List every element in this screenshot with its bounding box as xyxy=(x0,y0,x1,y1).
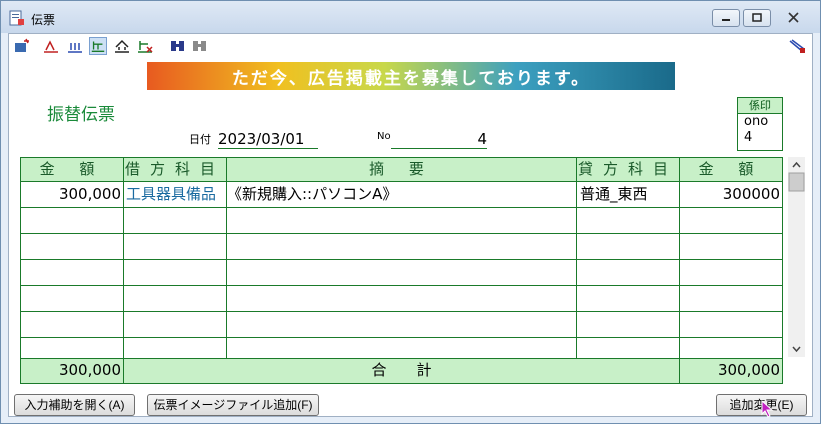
header-description: 摘 要 xyxy=(227,158,577,182)
window-title: 伝票 xyxy=(31,13,56,27)
description-cell[interactable]: 《新規購入::パソコンA》 xyxy=(227,182,577,207)
credit-amount-cell[interactable]: 300000 xyxy=(680,182,782,207)
empty-cell[interactable] xyxy=(227,312,577,337)
empty-cell[interactable] xyxy=(680,338,782,358)
ad-banner[interactable]: ただ今、広告掲載主を募集しております。 xyxy=(147,62,675,90)
empty-cell[interactable] xyxy=(124,338,227,358)
header-amount-debit: 金 額 xyxy=(21,158,124,182)
ad-banner-text: ただ今、広告掲載主を募集しております。 xyxy=(231,69,591,89)
empty-cell[interactable] xyxy=(577,286,680,311)
empty-cell[interactable] xyxy=(21,234,124,259)
add-image-file-button[interactable]: 伝票イメージファイル追加(F) xyxy=(147,394,319,416)
total-credit: 300,000 xyxy=(680,359,782,383)
empty-cell[interactable] xyxy=(21,260,124,285)
close-icon xyxy=(788,12,799,23)
table-row[interactable] xyxy=(21,234,782,260)
form-title: 振替伝票 xyxy=(47,105,115,125)
empty-cell[interactable] xyxy=(577,208,680,233)
empty-cell[interactable] xyxy=(21,312,124,337)
date-field[interactable]: 2023/03/01 xyxy=(218,130,318,149)
settings-icon[interactable] xyxy=(788,37,806,55)
total-label: 合 計 xyxy=(124,359,680,383)
debit-entry-icon[interactable] xyxy=(42,37,60,55)
approval-seal: 係印 ono 4 xyxy=(737,97,783,151)
header-debit-account: 借方科目 xyxy=(124,158,227,182)
total-debit: 300,000 xyxy=(21,359,124,383)
voucher-number-field[interactable]: 4 xyxy=(391,130,487,149)
maximize-button[interactable] xyxy=(743,9,771,27)
empty-cell[interactable] xyxy=(227,260,577,285)
empty-cell[interactable] xyxy=(680,234,782,259)
no-label: No xyxy=(377,131,391,142)
date-label: 日付 xyxy=(189,133,211,146)
empty-cell[interactable] xyxy=(124,234,227,259)
seal-user-number: 4 xyxy=(744,130,753,145)
empty-cell[interactable] xyxy=(227,338,577,358)
copy-voucher-icon[interactable] xyxy=(113,37,131,55)
title-bar[interactable]: 伝票 xyxy=(1,1,820,33)
empty-cell[interactable] xyxy=(680,312,782,337)
search-icon[interactable] xyxy=(169,37,187,55)
header-amount-credit: 金 額 xyxy=(680,158,782,182)
empty-cell[interactable] xyxy=(680,208,782,233)
document-app-icon xyxy=(9,10,24,26)
delete-voucher-icon[interactable] xyxy=(136,37,154,55)
table-row[interactable] xyxy=(21,286,782,312)
journal-table: 金 額 借方科目 摘 要 貸方科目 金 額 300,000 工具器具備品 《新規… xyxy=(20,157,783,384)
open-input-help-button[interactable]: 入力補助を開く(A) xyxy=(14,394,135,416)
maximize-icon xyxy=(752,13,762,22)
new-voucher-icon[interactable] xyxy=(13,37,31,55)
app-window: 伝票 ただ今、広告掲載主を募集しております。 振替伝票 係印 ono 4 日付 xyxy=(0,0,821,424)
empty-cell[interactable] xyxy=(577,338,680,358)
empty-cell[interactable] xyxy=(227,234,577,259)
empty-cell[interactable] xyxy=(21,208,124,233)
empty-cell[interactable] xyxy=(577,234,680,259)
credit-account-cell[interactable]: 普通_東西 xyxy=(577,182,680,207)
empty-cell[interactable] xyxy=(124,286,227,311)
empty-cell[interactable] xyxy=(124,260,227,285)
seal-user-name: ono xyxy=(744,114,769,129)
table-row[interactable] xyxy=(21,338,782,359)
close-button[interactable] xyxy=(777,9,811,27)
voucher-form: ただ今、広告掲載主を募集しております。 振替伝票 係印 ono 4 日付 202… xyxy=(8,33,813,418)
scrollbar-graphics xyxy=(788,161,805,353)
empty-cell[interactable] xyxy=(21,338,124,358)
transfer-entry-icon[interactable] xyxy=(89,37,107,55)
empty-cell[interactable] xyxy=(21,286,124,311)
empty-cell[interactable] xyxy=(227,286,577,311)
table-row[interactable] xyxy=(21,312,782,338)
empty-cell[interactable] xyxy=(577,260,680,285)
empty-cell[interactable] xyxy=(227,208,577,233)
empty-cell[interactable] xyxy=(577,312,680,337)
minimize-button[interactable] xyxy=(712,9,740,27)
debit-account-cell[interactable]: 工具器具備品 xyxy=(124,182,227,207)
seal-label: 係印 xyxy=(738,98,782,114)
debit-amount-cell[interactable]: 300,000 xyxy=(21,182,124,207)
header-credit-account: 貸方科目 xyxy=(577,158,680,182)
vertical-scrollbar[interactable] xyxy=(788,157,805,357)
table-row[interactable]: 300,000 工具器具備品 《新規購入::パソコンA》 普通_東西 30000… xyxy=(21,182,782,208)
minimize-icon xyxy=(722,19,730,21)
empty-cell[interactable] xyxy=(124,312,227,337)
mouse-cursor-icon xyxy=(761,400,774,418)
empty-cell[interactable] xyxy=(680,286,782,311)
empty-cell[interactable] xyxy=(680,260,782,285)
search-next-icon[interactable] xyxy=(191,37,209,55)
table-row[interactable] xyxy=(21,208,782,234)
empty-cell[interactable] xyxy=(124,208,227,233)
credit-entry-icon[interactable] xyxy=(66,37,84,55)
table-row[interactable] xyxy=(21,260,782,286)
